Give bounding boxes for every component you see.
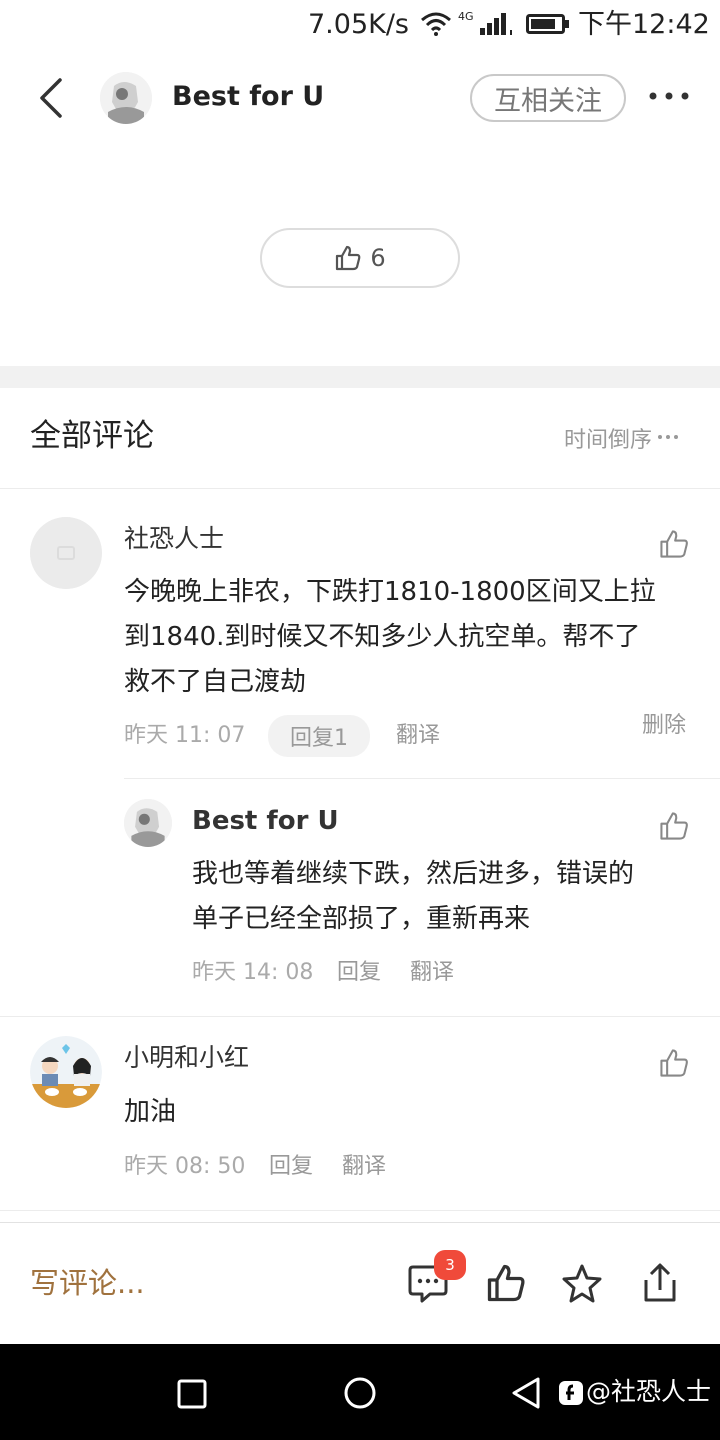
thumbs-up-icon xyxy=(487,1264,525,1302)
network-type-label: 4G xyxy=(458,10,474,23)
signal-icon xyxy=(478,12,516,36)
reply-timestamp: 昨天 14: 08 xyxy=(192,960,314,985)
ellipsis-icon xyxy=(658,435,679,439)
status-bar: 7.05K/s 4G 下午12:42 xyxy=(0,0,720,48)
commenter-avatar[interactable] xyxy=(30,517,102,589)
default-avatar-icon xyxy=(30,517,102,589)
comment-timestamp: 昨天 08: 50 xyxy=(124,1154,246,1179)
back-button[interactable] xyxy=(30,74,70,122)
reply-avatar[interactable] xyxy=(124,799,172,847)
clock: 下午12:42 xyxy=(578,9,710,40)
author-avatar[interactable] xyxy=(100,72,152,124)
network-speed: 7.05K/s xyxy=(308,9,409,40)
divider xyxy=(0,1210,720,1211)
home-button[interactable] xyxy=(343,1376,377,1410)
reply-count-button[interactable]: 回复1 xyxy=(268,715,370,757)
delete-button[interactable]: 删除 xyxy=(642,712,686,740)
comment-text-line: 今晚晚上非农，下跌打1810-1800区间又上拉 xyxy=(124,577,656,607)
comment-text: 今晚晚上非农，下跌打1810-1800区间又上拉 到1840.到时候又不知多少人… xyxy=(124,570,694,705)
circle-icon xyxy=(344,1377,376,1409)
star-icon xyxy=(562,1264,602,1303)
reply-text: 我也等着继续下跌，然后进多，错误的 单子已经全部损了，重新再来 xyxy=(192,852,692,942)
commenter-avatar[interactable] xyxy=(30,1036,102,1108)
mutual-follow-button[interactable]: 互相关注 xyxy=(470,74,626,122)
bottom-bar-border xyxy=(0,1222,720,1223)
back-nav-button[interactable] xyxy=(510,1376,542,1410)
couple-avatar-icon xyxy=(30,1036,102,1108)
share-button[interactable] xyxy=(640,1262,680,1304)
reply-text-line: 我也等着继续下跌，然后进多，错误的 xyxy=(192,859,635,889)
square-icon xyxy=(177,1379,207,1409)
divider xyxy=(124,778,720,779)
comment-text-line: 救不了自己渡劫 xyxy=(124,667,307,697)
comment-like-button[interactable] xyxy=(658,1047,690,1079)
sort-label: 时间倒序 xyxy=(564,428,653,453)
post-like-count: 6 xyxy=(370,244,386,272)
system-nav-bar: @社恐人士 xyxy=(0,1344,720,1440)
divider xyxy=(0,1016,720,1017)
reply-button[interactable]: 回复 xyxy=(337,959,381,987)
translate-button[interactable]: 翻译 xyxy=(396,722,440,750)
watermark: @社恐人士 xyxy=(586,1377,712,1406)
triangle-back-icon xyxy=(512,1377,540,1409)
divider xyxy=(0,488,720,489)
reply-button[interactable]: 回复 xyxy=(269,1153,313,1181)
page-title: Best for U xyxy=(172,81,325,112)
comment-text: 加油 xyxy=(124,1090,176,1135)
thumbs-up-icon xyxy=(660,530,688,558)
like-button[interactable] xyxy=(485,1262,527,1304)
reply-username[interactable]: Best for U xyxy=(192,804,339,838)
translate-button[interactable]: 翻译 xyxy=(410,959,454,987)
recent-apps-button[interactable] xyxy=(176,1378,208,1410)
comment-timestamp: 昨天 11: 07 xyxy=(124,723,246,748)
comment-username[interactable]: 小明和小红 xyxy=(124,1041,249,1075)
more-dots-icon xyxy=(649,92,689,100)
comment-username[interactable]: 社恐人士 xyxy=(124,522,224,556)
thumbs-up-icon xyxy=(336,245,361,271)
wifi-icon xyxy=(420,12,452,36)
platform-logo-icon xyxy=(558,1380,584,1406)
comment-text-line: 到1840.到时候又不知多少人抗空单。帮不了 xyxy=(124,622,641,652)
comment-text-line: 加油 xyxy=(124,1097,177,1127)
comments-section-title: 全部评论 xyxy=(30,418,154,454)
share-icon xyxy=(644,1263,676,1302)
chevron-left-icon xyxy=(40,78,62,118)
translate-button[interactable]: 翻译 xyxy=(342,1153,386,1181)
write-comment-input[interactable]: 写评论... xyxy=(30,1264,145,1302)
post-like-button[interactable]: 6 xyxy=(260,228,460,288)
thumbs-up-icon xyxy=(660,812,688,840)
section-separator xyxy=(0,366,720,388)
reply-text-line: 单子已经全部损了，重新再来 xyxy=(192,904,531,934)
favorite-button[interactable] xyxy=(561,1263,603,1303)
thumbs-up-icon xyxy=(660,1049,688,1077)
comment-like-button[interactable] xyxy=(658,528,690,560)
reply-like-button[interactable] xyxy=(658,810,690,842)
more-button[interactable] xyxy=(646,84,692,108)
battery-icon xyxy=(526,12,570,36)
sort-toggle[interactable]: 时间倒序 xyxy=(564,422,682,454)
comment-count-badge: 3 xyxy=(434,1250,466,1280)
